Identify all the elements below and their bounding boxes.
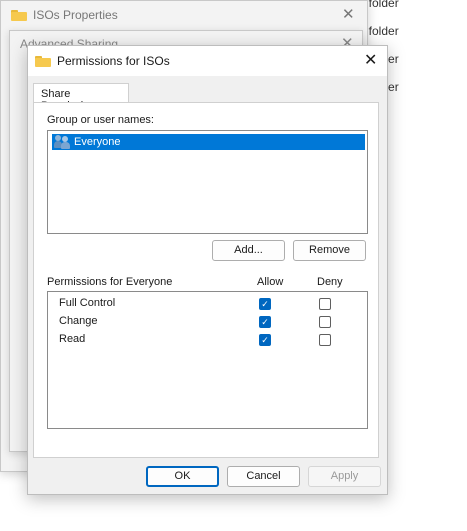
- cancel-button[interactable]: Cancel: [227, 466, 300, 487]
- deny-checkbox-read[interactable]: [319, 334, 331, 346]
- permission-row-change: Change ✓: [48, 312, 367, 330]
- properties-title-text: ISOs Properties: [33, 8, 118, 22]
- permission-name: Read: [59, 333, 86, 345]
- permission-row-read: Read ✓: [48, 330, 367, 348]
- group-label: Group or user names:: [47, 114, 154, 126]
- folder-icon: [11, 9, 27, 21]
- permission-name: Change: [59, 315, 98, 327]
- permission-name: Full Control: [59, 297, 116, 309]
- apply-button[interactable]: Apply: [308, 466, 381, 487]
- ok-button[interactable]: OK: [146, 466, 219, 487]
- properties-close-button[interactable]: ✕: [342, 5, 355, 23]
- permissions-dialog: Permissions for ISOs ✕ Share Permissions…: [27, 45, 388, 495]
- properties-title: ISOs Properties: [11, 8, 118, 22]
- deny-header: Deny: [317, 276, 343, 288]
- dialog-title: Permissions for ISOs: [35, 54, 170, 68]
- allow-checkbox-change[interactable]: ✓: [259, 316, 271, 328]
- permissions-list: Full Control ✓ Change ✓ Read ✓: [47, 291, 368, 429]
- allow-header: Allow: [257, 276, 284, 288]
- remove-button[interactable]: Remove: [293, 240, 366, 261]
- permissions-header: Permissions for Everyone: [47, 276, 173, 288]
- tab-share-permissions[interactable]: Share Permissions: [33, 83, 129, 112]
- allow-checkbox-read[interactable]: ✓: [259, 334, 271, 346]
- allow-checkbox-full-control[interactable]: ✓: [259, 298, 271, 310]
- user-name: Everyone: [74, 136, 121, 148]
- list-item-everyone[interactable]: Everyone: [52, 134, 365, 150]
- permission-row-full-control: Full Control ✓: [48, 294, 367, 312]
- deny-checkbox-change[interactable]: [319, 316, 331, 328]
- users-icon: [54, 135, 70, 149]
- dialog-footer: OK Cancel Apply: [28, 458, 387, 494]
- dialog-titlebar: Permissions for ISOs ✕: [28, 46, 387, 76]
- folder-icon: [35, 55, 51, 67]
- deny-checkbox-full-control[interactable]: [319, 298, 331, 310]
- dialog-close-button[interactable]: ✕: [364, 50, 377, 70]
- dialog-title-text: Permissions for ISOs: [57, 54, 170, 68]
- add-button[interactable]: Add...: [212, 240, 285, 261]
- users-list[interactable]: Everyone: [47, 130, 368, 234]
